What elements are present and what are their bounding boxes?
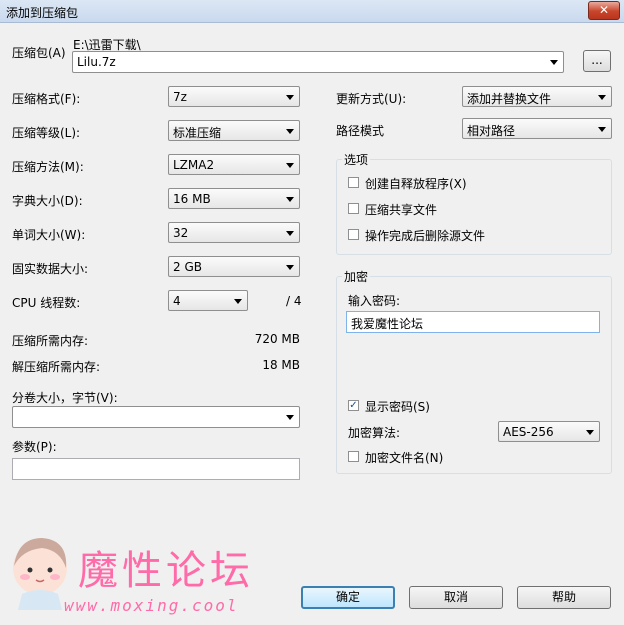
update-select[interactable]: 添加并替换文件 <box>462 86 612 107</box>
show-password-label[interactable]: 显示密码(S) <box>365 398 430 415</box>
dict-select[interactable]: 16 MB <box>168 188 300 209</box>
ok-button[interactable]: 确定 <box>301 586 395 609</box>
encrypt-names-label[interactable]: 加密文件名(N) <box>365 449 443 466</box>
volume-select[interactable] <box>12 406 300 428</box>
mem-decompress-value: 18 MB <box>262 358 300 372</box>
window-title: 添加到压缩包 <box>6 6 79 20</box>
encryption-title: 加密 <box>342 268 371 285</box>
path-mode-select[interactable]: 相对路径 <box>462 118 612 139</box>
encryption-method-value: AES-256 <box>503 425 554 439</box>
level-select[interactable]: 标准压缩 <box>168 120 300 141</box>
browse-button[interactable]: ... <box>583 50 611 72</box>
word-select[interactable]: 32 <box>168 222 300 243</box>
chevron-down-icon <box>586 430 594 435</box>
params-input[interactable] <box>12 458 300 480</box>
method-select[interactable]: LZMA2 <box>168 154 300 175</box>
level-value: 标准压缩 <box>173 126 222 140</box>
format-label: 压缩格式(F): <box>12 92 81 106</box>
threads-value: 4 <box>173 294 181 308</box>
encrypt-names-checkbox[interactable] <box>348 451 359 462</box>
chevron-down-icon <box>234 299 242 304</box>
params-label: 参数(P): <box>12 440 57 454</box>
update-label: 更新方式(U): <box>336 92 407 106</box>
format-select[interactable]: 7z <box>168 86 300 107</box>
chevron-down-icon <box>286 129 294 134</box>
chevron-down-icon <box>286 265 294 270</box>
chevron-down-icon <box>286 197 294 202</box>
archive-name-combo[interactable]: Lilu.7z <box>72 51 564 73</box>
threads-max: / 4 <box>286 294 302 308</box>
watermark-text: 魔性论坛 <box>78 548 254 594</box>
method-value: LZMA2 <box>173 158 215 172</box>
shared-files-label[interactable]: 压缩共享文件 <box>365 201 437 218</box>
chevron-down-icon <box>286 231 294 236</box>
method-label: 压缩方法(M): <box>12 160 84 174</box>
dict-value: 16 MB <box>173 192 211 206</box>
update-value: 添加并替换文件 <box>467 92 552 106</box>
sfx-checkbox[interactable] <box>348 177 359 188</box>
close-icon: ✕ <box>598 3 610 17</box>
path-mode-value: 相对路径 <box>467 124 516 138</box>
archive-name-value: Lilu.7z <box>77 55 116 69</box>
sfx-label[interactable]: 创建自释放程序(X) <box>365 175 467 192</box>
help-button[interactable]: 帮助 <box>517 586 611 609</box>
chevron-down-icon <box>598 95 606 100</box>
chevron-down-icon <box>286 415 294 420</box>
volume-label: 分卷大小，字节(V): <box>12 391 118 405</box>
path-mode-label: 路径模式 <box>336 124 385 138</box>
chevron-down-icon <box>286 163 294 168</box>
dict-label: 字典大小(D): <box>12 194 83 208</box>
chevron-down-icon <box>598 127 606 132</box>
title-bar: 添加到压缩包 ✕ <box>0 0 624 23</box>
solid-label: 固实数据大小: <box>12 262 89 276</box>
show-password-checkbox[interactable]: ✓ <box>348 400 359 411</box>
encryption-method-select[interactable]: AES-256 <box>498 421 600 442</box>
cancel-button[interactable]: 取消 <box>409 586 503 609</box>
shared-files-checkbox[interactable] <box>348 203 359 214</box>
password-input[interactable]: 我爱魔性论坛 <box>346 311 600 333</box>
options-title: 选项 <box>342 151 371 168</box>
password-value: 我爱魔性论坛 <box>351 317 424 331</box>
threads-label: CPU 线程数: <box>12 296 81 310</box>
threads-select[interactable]: 4 <box>168 290 248 311</box>
mem-decompress-label: 解压缩所需内存: <box>12 360 101 374</box>
word-label: 单词大小(W): <box>12 228 86 242</box>
delete-source-label[interactable]: 操作完成后删除源文件 <box>365 227 485 244</box>
password-label: 输入密码: <box>348 294 401 308</box>
format-value: 7z <box>173 90 187 104</box>
level-label: 压缩等级(L): <box>12 126 81 140</box>
encryption-method-label: 加密算法: <box>348 426 401 440</box>
solid-select[interactable]: 2 GB <box>168 256 300 277</box>
archive-label: 压缩包(A) <box>12 46 66 60</box>
mem-compress-value: 720 MB <box>254 332 300 346</box>
checkmark-icon: ✓ <box>349 400 358 411</box>
delete-source-checkbox[interactable] <box>348 229 359 240</box>
mem-compress-label: 压缩所需内存: <box>12 334 89 348</box>
solid-value: 2 GB <box>173 260 202 274</box>
close-button[interactable]: ✕ <box>588 1 620 20</box>
chevron-down-icon <box>286 95 294 100</box>
chevron-down-icon <box>550 60 558 65</box>
word-value: 32 <box>173 226 189 240</box>
watermark-url: www.moxing.cool <box>64 596 239 615</box>
